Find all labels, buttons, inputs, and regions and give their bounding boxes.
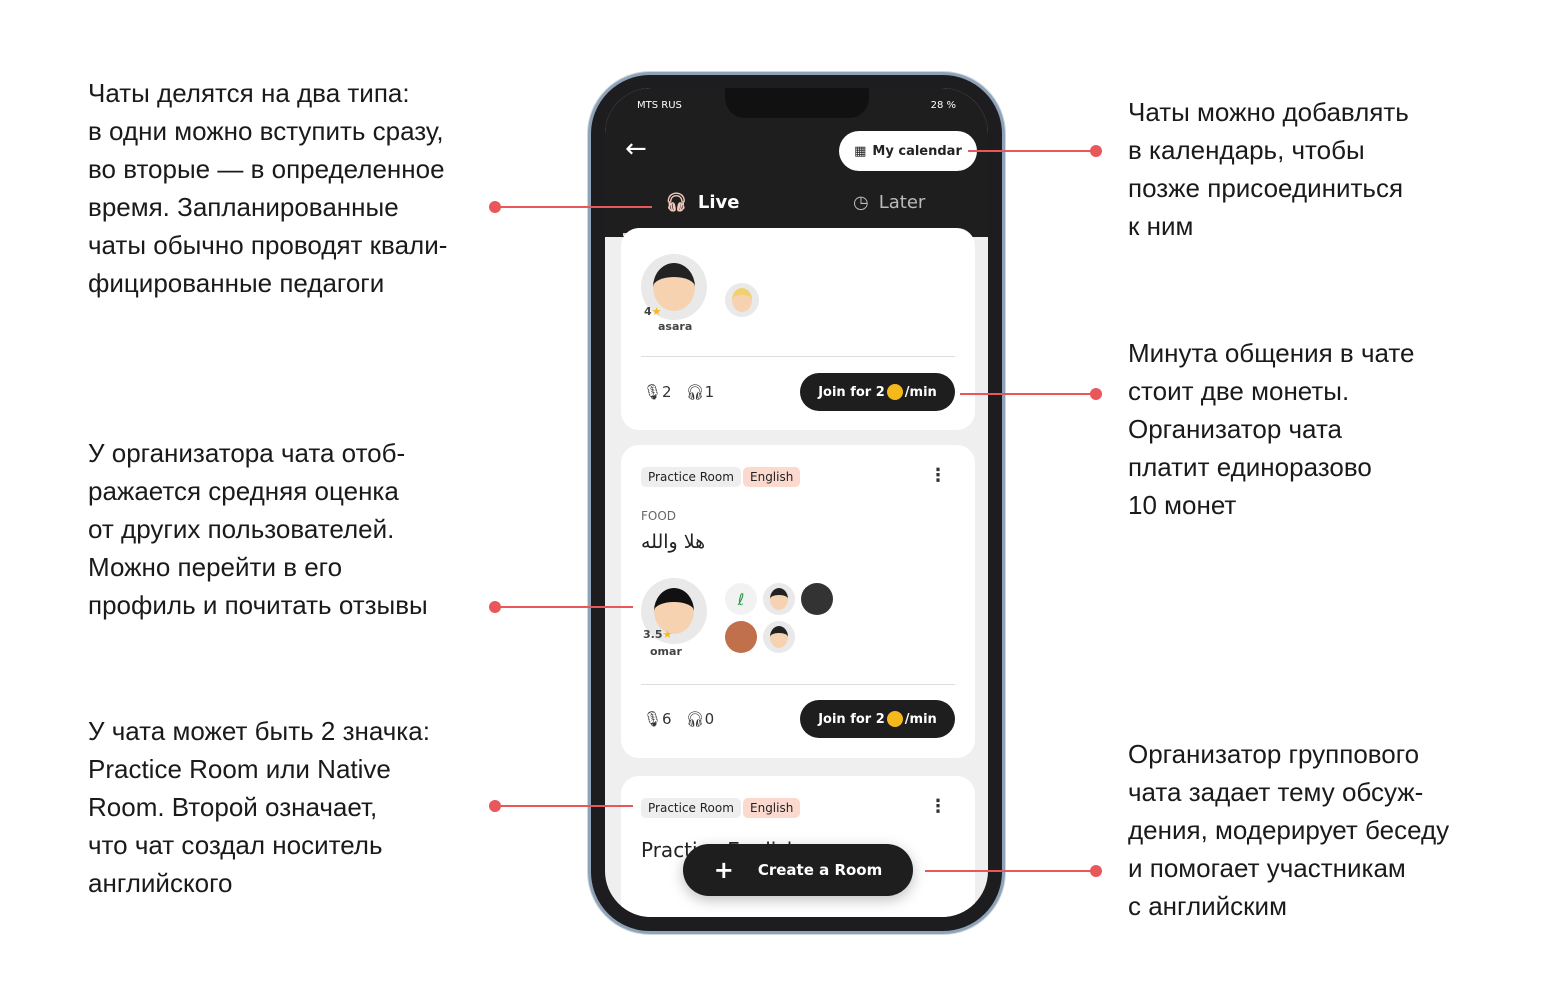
headphones-icon: 🎧︎0 [685, 710, 715, 728]
connector-line [968, 150, 1096, 152]
annotation-price: Минута общения в чате стоит две монеты. … [1128, 338, 1415, 520]
room-category: FOOD [641, 509, 677, 523]
coin-icon [886, 711, 903, 727]
host-name[interactable]: omar [650, 645, 682, 658]
tab-later[interactable]: ◷ Later [853, 192, 925, 213]
room-title: هلا والله [641, 531, 706, 553]
annotation-room-badges: У чата может быть 2 значка: Practice Roo… [88, 716, 430, 898]
carrier: MTS RUS [637, 100, 682, 111]
connector-dot [1090, 388, 1102, 400]
battery: 28 % [930, 100, 956, 111]
participant-avatar[interactable] [763, 583, 795, 615]
language-badge: English [743, 467, 801, 487]
annotation-calendar: Чаты можно добавлять в календарь, чтобы … [1128, 97, 1409, 241]
room-card: 4★ asara 🎙︎2 🎧︎1 Join for 2/min [621, 228, 975, 430]
participant-avatar[interactable] [801, 583, 833, 615]
connector-line [495, 805, 633, 807]
connector-dot [1090, 865, 1102, 877]
participant-avatar[interactable]: ℓ [725, 583, 757, 615]
headphones-icon: 🎧︎ [665, 192, 688, 213]
create-room-label: Create a Room [757, 861, 883, 879]
plus-icon: + [713, 856, 734, 884]
room-stats: 🎙︎2 🎧︎1 [643, 383, 714, 401]
practice-room-badge: Practice Room [641, 467, 741, 487]
my-calendar-button[interactable]: ▦ My calendar [839, 131, 977, 171]
host-rating: 3.5★ [643, 628, 673, 641]
language-badge: English [743, 798, 801, 818]
host-name[interactable]: asara [658, 320, 692, 333]
connector-line [925, 870, 1096, 872]
connector-line [495, 206, 652, 208]
header: MTS RUS 28 % ← ▦ My calendar 🎧︎ Live ◷ Late… [605, 88, 988, 237]
connector-line [495, 606, 633, 608]
host-rating: 4★ [644, 305, 662, 318]
my-calendar-label: My calendar [872, 143, 962, 159]
coin-icon [886, 384, 903, 400]
notch [725, 88, 869, 118]
annotation-chat-types: Чаты делятся на два типа: в одни можно в… [88, 78, 448, 298]
app-screen: MTS RUS 28 % ← ▦ My calendar 🎧︎ Live ◷ Late… [605, 88, 988, 917]
room-card: Practice Room English ⋮ FOOD هلا والله 3… [621, 445, 975, 758]
annotation-organizer: Организатор группового чата задает тему … [1128, 739, 1450, 921]
more-icon[interactable]: ⋮ [929, 465, 947, 486]
divider [641, 356, 955, 357]
connector-line [960, 393, 1096, 395]
clock-icon: ◷ [853, 192, 869, 213]
connector-dot [489, 201, 501, 213]
tab-live[interactable]: 🎧︎ Live [665, 192, 739, 213]
participant-avatar[interactable] [725, 621, 757, 653]
connector-dot [1090, 145, 1102, 157]
join-button[interactable]: Join for 2/min [800, 700, 955, 738]
connector-dot [489, 800, 501, 812]
participant-avatar[interactable] [725, 283, 759, 317]
room-stats: 🎙︎6 🎧︎0 [643, 710, 714, 728]
annotation-host-rating: У организатора чата отоб- ражается средн… [88, 438, 428, 620]
microphone-icon: 🎙︎6 [643, 710, 672, 728]
tab-later-label: Later [878, 192, 926, 213]
headphones-icon: 🎧︎1 [685, 383, 715, 401]
create-room-button[interactable]: + Create a Room [683, 844, 913, 896]
practice-room-badge: Practice Room [641, 798, 741, 818]
arrow-left-icon[interactable]: ← [625, 134, 647, 164]
join-button[interactable]: Join for 2/min [800, 373, 955, 411]
tab-live-label: Live [697, 192, 740, 213]
divider [641, 684, 955, 685]
calendar-icon: ▦ [854, 143, 867, 159]
participant-avatar[interactable] [763, 621, 795, 653]
more-icon[interactable]: ⋮ [929, 796, 947, 817]
microphone-icon: 🎙︎2 [643, 383, 672, 401]
connector-dot [489, 601, 501, 613]
